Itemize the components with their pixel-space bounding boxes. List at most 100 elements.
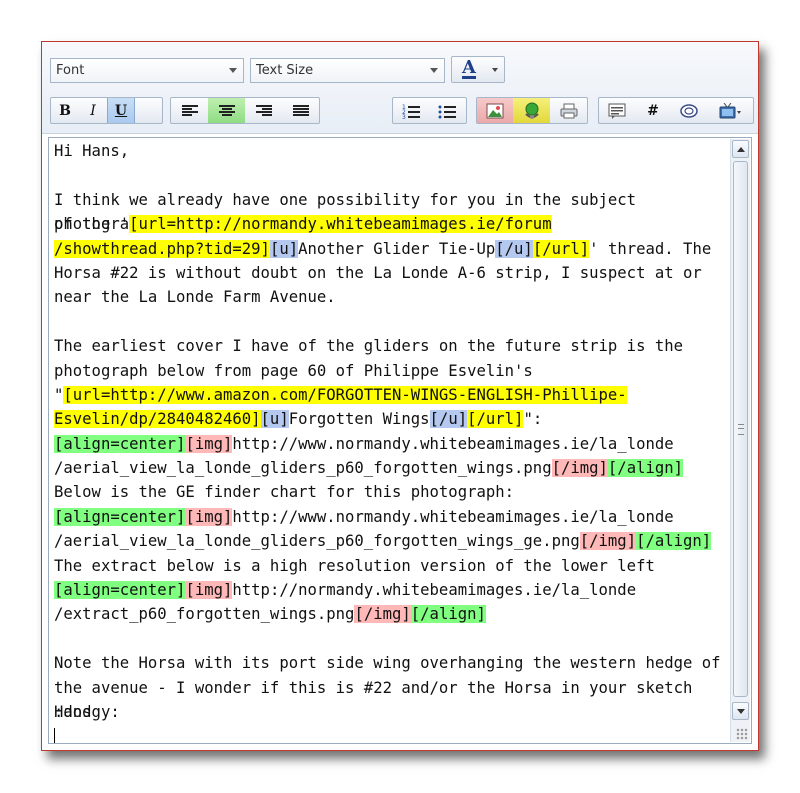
text-segment: ":: [523, 410, 543, 429]
text-line: The earliest cover I have of the gliders…: [54, 334, 726, 358]
text-line: [54, 627, 726, 651]
bbcode-tag: [/align]: [410, 605, 486, 624]
bbcode-tag: [/u]: [495, 239, 533, 258]
text-color-button[interactable]: A: [451, 56, 505, 83]
align-left-button[interactable]: [171, 98, 208, 123]
align-right-button[interactable]: [245, 98, 282, 123]
text-segment: http://www.normandy.whitebeamimages.ie/l…: [232, 434, 674, 453]
bold-button[interactable]: B: [51, 98, 79, 123]
text-line: The extract below is a high resolution v…: [54, 554, 726, 599]
quote-button[interactable]: [599, 98, 635, 123]
bbcode-tag: [/align]: [636, 532, 712, 551]
text-color-icon: A: [452, 57, 486, 82]
font-select[interactable]: Font: [50, 58, 244, 83]
text-line: [align=center][img]http://normandy.white…: [54, 578, 726, 602]
text-line: the avenue - I wonder if this is #22 and…: [54, 676, 726, 721]
underline-button[interactable]: U: [107, 98, 135, 123]
bbcode-tag: [u]: [269, 239, 299, 258]
bbcode-tag: [img]: [185, 434, 233, 453]
text-segment: Below is the GE finder chart for this ph…: [54, 483, 515, 502]
text-segment: of the ': [54, 215, 130, 234]
bbcode-tag: [align=center]: [54, 507, 186, 526]
bbcode-tag: [align=center]: [54, 581, 186, 600]
svg-text:3: 3: [402, 114, 406, 119]
align-right-icon: [255, 104, 272, 117]
text-line: "[url=http://www.amazon.com/FORGOTTEN-WI…: [54, 383, 726, 407]
justify-button[interactable]: [282, 98, 319, 123]
insert-link-button[interactable]: [513, 98, 550, 123]
video-button[interactable]: [707, 98, 753, 123]
text-line: Hi Hans,: [54, 139, 726, 163]
insert-email-button[interactable]: [550, 98, 587, 123]
justify-icon: [292, 104, 309, 117]
text-size-select[interactable]: Text Size: [250, 58, 445, 83]
text-segment: near the La Londe Farm Avenue.: [54, 288, 336, 307]
text-segment: /aerial_view_la_londe_gliders_p60_forgot…: [54, 459, 552, 478]
text-segment: /aerial_view_la_londe_gliders_p60_forgot…: [54, 532, 580, 551]
bbcode-tag: [/align]: [607, 459, 684, 478]
text-line: I think we already have one possibility …: [54, 188, 726, 233]
text-segment: Forgotten Wings: [288, 410, 430, 429]
text-line: Esvelin/dp/2840482460][u]Forgotten Wings…: [54, 407, 726, 431]
text-line: /extract_p60_forgotten_wings.png[/img][/…: [54, 602, 726, 626]
bbcode-tag: [url=http://normandy.whitebeamimages.ie/…: [129, 215, 552, 234]
bbcode-tag: [img]: [185, 581, 233, 600]
text-size-select-label: Text Size: [256, 63, 314, 78]
text-line: /showthread.php?tid=29][u]Another Glider…: [54, 237, 726, 261]
align-group: [170, 97, 320, 124]
ordered-list-button[interactable]: 1 2 3: [393, 98, 429, 123]
code-button[interactable]: #: [635, 98, 671, 123]
text-line: near the La Londe Farm Avenue.: [54, 285, 726, 309]
message-textarea[interactable]: Hi Hans, I think we already have one poss…: [48, 137, 752, 744]
bbcode-tag: [/img]: [354, 605, 411, 624]
scrollbar-thumb[interactable]: [733, 161, 748, 697]
text-line: Horsa #22 is without doubt on the La Lon…: [54, 261, 726, 285]
bbcode-tag: Esvelin/dp/2840482460]: [54, 410, 261, 429]
text-segment: ' thread. The: [589, 239, 712, 258]
printer-icon: [560, 103, 577, 118]
text-segment: /extract_p60_forgotten_wings.png: [54, 605, 355, 624]
resize-grip-icon[interactable]: [736, 728, 748, 740]
tv-icon: [719, 102, 741, 118]
bbcode-tag: [/url]: [532, 239, 590, 258]
php-button[interactable]: [671, 98, 707, 123]
image-icon: [486, 103, 504, 118]
text-segment: http://normandy.whitebeamimages.ie/la_lo…: [232, 581, 637, 600]
bbcode-tag: [img]: [185, 507, 233, 526]
align-center-button[interactable]: [208, 98, 245, 123]
format-group: B I U: [50, 97, 163, 124]
text-line: [54, 163, 726, 187]
align-left-icon: [181, 104, 198, 117]
text-color-label: A: [462, 57, 476, 79]
text-segment: Note the Horsa with its port side wing o…: [54, 654, 721, 673]
vertical-scrollbar[interactable]: [730, 139, 750, 742]
chevron-down-icon: [229, 68, 237, 73]
bbcode-tag: [/img]: [551, 459, 608, 478]
scroll-up-button[interactable]: [732, 140, 749, 158]
chevron-down-icon: [486, 57, 504, 82]
insert-group: [476, 97, 588, 124]
chevron-down-icon: [736, 708, 745, 714]
scroll-down-button[interactable]: [732, 702, 749, 720]
text-line: [align=center][img]http://www.normandy.w…: [54, 505, 726, 529]
bbcode-tag: /showthread.php?tid=29]: [54, 239, 270, 258]
text-segment: ": [54, 385, 64, 404]
text-line: [54, 310, 726, 334]
text-segment: photograph below from page 60 of Philipp…: [54, 361, 533, 380]
bbcode-tag: [/url]: [467, 410, 524, 429]
text-line: Note the Horsa with its port side wing o…: [54, 651, 726, 675]
insert-image-button[interactable]: [477, 98, 513, 123]
bbcode-tag: [u]: [260, 410, 289, 429]
text-cursor: [54, 728, 55, 743]
text-segment: http://www.normandy.whitebeamimages.ie/l…: [232, 507, 674, 526]
bold-label: B: [59, 102, 71, 119]
bbcode-tag: [url=http://www.amazon.com/FORGOTTEN-WIN…: [63, 385, 627, 404]
grip-icon: [738, 424, 744, 435]
italic-button[interactable]: I: [79, 98, 107, 123]
unordered-list-icon: [438, 105, 456, 118]
text-line: photograph below from page 60 of Philipp…: [54, 359, 726, 383]
globe-link-icon: [524, 102, 539, 119]
text-segment: Another Glider Tie-Up: [298, 239, 496, 258]
unordered-list-button[interactable]: [429, 98, 465, 123]
text-line: :dodgy:: [54, 700, 726, 724]
